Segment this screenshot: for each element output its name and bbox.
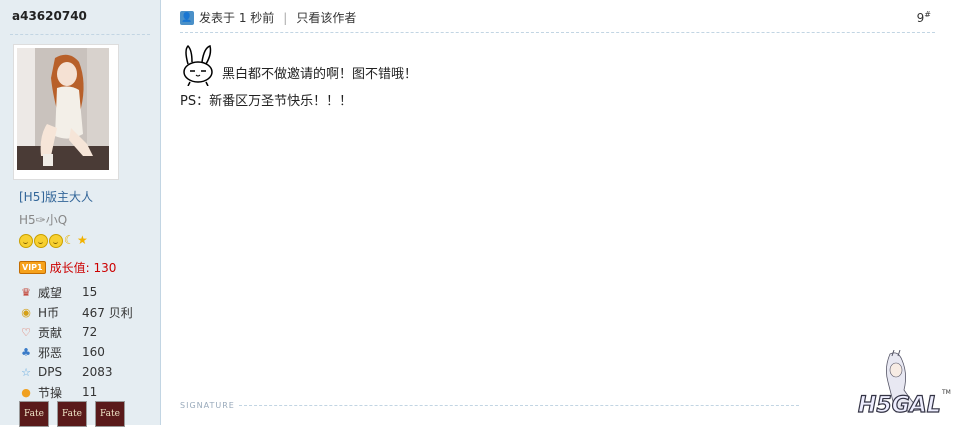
signature-label: SIGNATURE [180,401,235,410]
sun-face-icon [34,234,48,248]
username-link[interactable]: a43620740 [12,9,87,23]
stat-label: 节操 [38,385,63,400]
stat-row: ♛ 威望 15 [19,282,133,302]
post-time: 发表于 1 秒前 [199,11,275,25]
divider [10,34,150,35]
user-stats: ♛ 威望 15 ◉ H币 467 贝利 ♡ 贡献 72 ♣ 邪恶 160 ☆ D… [19,282,133,402]
stat-row: ♡ 贡献 72 [19,322,133,342]
post-text: PS：新番区万圣节快乐！！！ [180,94,353,109]
h5gal-logo: H5GAL TM [857,350,951,419]
floor-number-link[interactable]: 9# [917,10,931,25]
post-line: 黑白都不做邀请的啊！图不错哦！ [180,44,417,86]
signature-divider: SIGNATURE [180,401,799,410]
svg-text:H5GAL: H5GAL [858,393,941,418]
stat-label: DPS [38,365,63,379]
user-group-link[interactable]: [H5]版主大人 [19,188,93,205]
avatar[interactable] [13,44,119,180]
stat-label: 威望 [38,285,63,300]
stat-row: ● 节操 11 [19,382,133,402]
heart-icon: ♡ [21,325,31,339]
user-nickname: H5✑小Q [19,213,68,227]
medals: Fate Fate Fate [19,401,125,427]
fate-medal-icon[interactable]: Fate [19,401,49,427]
post-info-bar: 👤 发表于 1 秒前 | 只看该作者 9# [180,8,935,33]
stat-row: ☆ DPS 2083 [19,362,133,382]
only-author-link[interactable]: 只看该作者 [296,9,356,26]
floor-mark: # [924,10,931,19]
stat-row: ◉ H币 467 贝利 [19,302,133,322]
stat-value: 467 贝利 [82,305,133,320]
divider: | [283,10,288,25]
sun-face-icon [19,234,33,248]
bulb-icon: ● [21,385,31,399]
author-sidebar: a43620740 [H5]版主大人 H5✑小Q ☾ ★ VIP1 成长值: 1… [0,0,161,427]
stat-value: 15 [82,285,98,299]
stat-value: 160 [82,345,105,359]
post-text: 黑白都不做邀请的啊！图不错哦！ [222,67,418,82]
post-content: 黑白都不做邀请的啊！图不错哦！ PS：新番区万圣节快乐！！！ [180,44,417,109]
user-online-icon: 👤 [180,10,194,25]
svg-text:TM: TM [941,389,951,396]
vip-badge-icon: VIP1 [19,261,46,274]
rabbit-emoticon-icon [183,44,213,86]
post-main: 👤 发表于 1 秒前 | 只看该作者 9# 黑白都不做邀请的啊！图不错哦！ PS… [161,0,964,425]
fate-medal-icon[interactable]: Fate [57,401,87,427]
coin-icon: ◉ [21,305,31,319]
level-icons: ☾ ★ [19,234,89,248]
devil-icon: ♣ [21,345,31,359]
sun-face-icon [49,234,63,248]
stat-label: 贡献 [38,325,63,340]
stat-value: 2083 [82,365,113,379]
moon-icon: ☾ [64,233,75,247]
stat-value: 11 [82,385,98,399]
stat-value: 72 [82,325,98,339]
growth-row: VIP1 成长值: 130 [19,259,116,276]
star-icon: ☆ [21,365,31,379]
stat-label: H币 [38,305,60,320]
post-meta: 👤 发表于 1 秒前 | 只看该作者 [180,9,356,26]
stat-label: 邪恶 [38,345,63,360]
fate-medal-icon[interactable]: Fate [95,401,125,427]
star-icon: ★ [77,233,88,247]
stat-row: ♣ 邪恶 160 [19,342,133,362]
growth-value: 成长值: 130 [49,261,117,275]
crown-icon: ♛ [21,285,31,299]
